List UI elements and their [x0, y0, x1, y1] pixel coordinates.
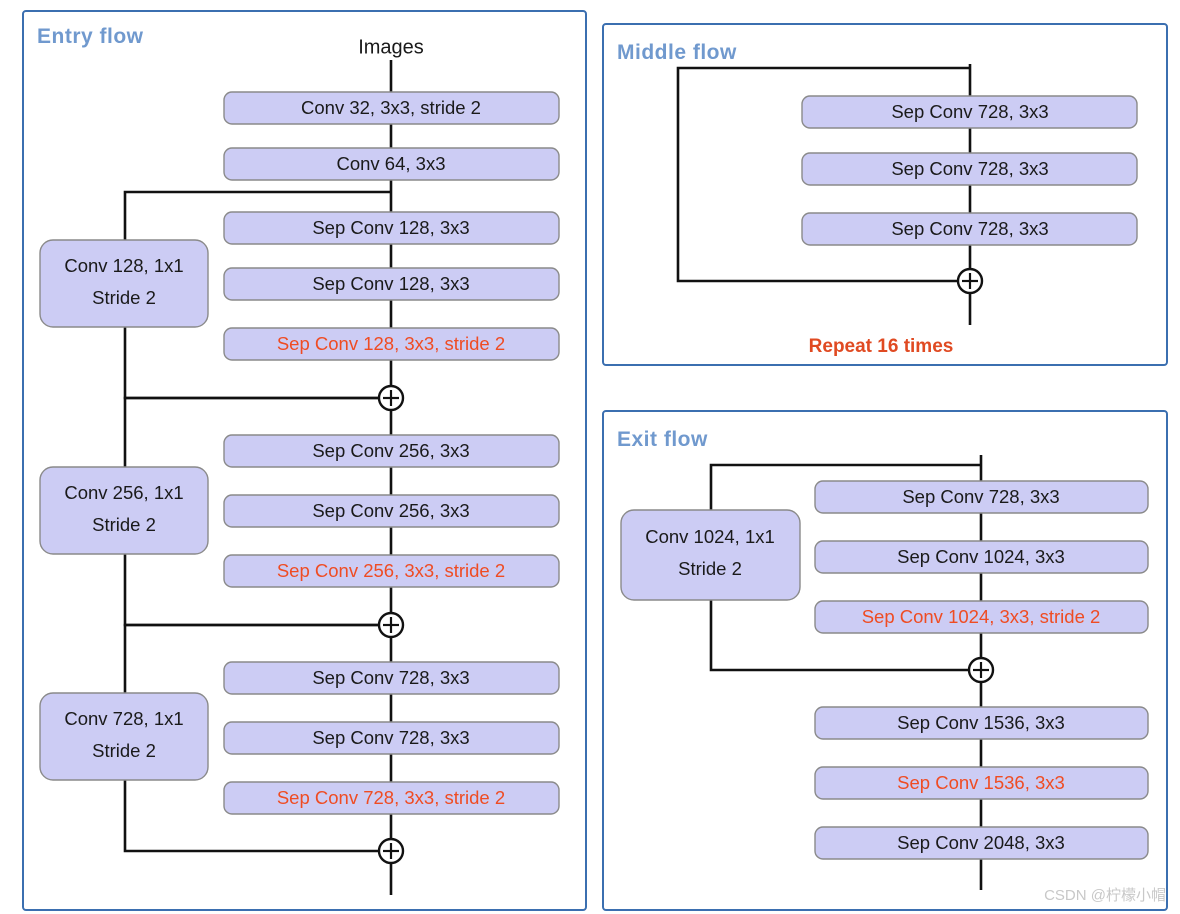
entry-sum-node-2: [377, 837, 405, 865]
shortcut-conv-728-line2: Stride 2: [92, 740, 156, 761]
entry-box-10-label: Sep Conv 728, 3x3, stride 2: [277, 787, 505, 808]
entry-box-9-label: Sep Conv 728, 3x3: [312, 727, 469, 748]
entry-box-5[interactable]: Sep Conv 256, 3x3: [223, 434, 560, 468]
middle-flow-boxes: Sep Conv 728, 3x3 Sep Conv 728, 3x3 Sep …: [801, 95, 1138, 246]
entry-flow-title: Entry flow: [37, 25, 144, 48]
entry-box-6-label: Sep Conv 256, 3x3: [312, 500, 469, 521]
exit-box-4[interactable]: Sep Conv 1536, 3x3: [814, 766, 1149, 800]
entry-box-3[interactable]: Sep Conv 128, 3x3: [223, 267, 560, 301]
entry-shortcut-boxes: Conv 128, 1x1 Stride 2 Conv 256, 1x1 Str…: [39, 239, 209, 781]
shortcut-conv-256[interactable]: Conv 256, 1x1 Stride 2: [39, 466, 209, 555]
diagram-canvas: Entry flow Images Conv 128, 1x1 Stride 2…: [0, 0, 1180, 914]
entry-box-7-label: Sep Conv 256, 3x3, stride 2: [277, 560, 505, 581]
exit-box-5[interactable]: Sep Conv 2048, 3x3: [814, 826, 1149, 860]
shortcut-conv-128-line2: Stride 2: [92, 287, 156, 308]
entry-sum-node-1: [377, 611, 405, 639]
watermark-label: CSDN @柠檬小帽: [1044, 887, 1166, 904]
shortcut-conv-128[interactable]: Conv 128, 1x1 Stride 2: [39, 239, 209, 328]
entry-box-2[interactable]: Sep Conv 128, 3x3: [223, 211, 560, 245]
xception-architecture-diagram: Entry flow Images Conv 128, 1x1 Stride 2…: [22, 10, 1168, 911]
entry-box-5-label: Sep Conv 256, 3x3: [312, 440, 469, 461]
entry-box-4-label: Sep Conv 128, 3x3, stride 2: [277, 333, 505, 354]
exit-box-1-label: Sep Conv 1024, 3x3: [897, 546, 1065, 567]
entry-box-4[interactable]: Sep Conv 128, 3x3, stride 2: [223, 327, 560, 361]
entry-sum-node-0: [377, 384, 405, 412]
exit-box-5-label: Sep Conv 2048, 3x3: [897, 832, 1065, 853]
entry-box-9[interactable]: Sep Conv 728, 3x3: [223, 721, 560, 755]
middle-box-2[interactable]: Sep Conv 728, 3x3: [801, 212, 1138, 246]
shortcut-conv-1024[interactable]: Conv 1024, 1x1 Stride 2: [620, 509, 801, 601]
entry-box-10[interactable]: Sep Conv 728, 3x3, stride 2: [223, 781, 560, 815]
exit-box-0[interactable]: Sep Conv 728, 3x3: [814, 480, 1149, 514]
shortcut-conv-128-line1: Conv 128, 1x1: [64, 255, 183, 276]
entry-box-8-label: Sep Conv 728, 3x3: [312, 667, 469, 688]
entry-box-7[interactable]: Sep Conv 256, 3x3, stride 2: [223, 554, 560, 588]
exit-flow-title: Exit flow: [617, 428, 708, 451]
shortcut-conv-728-line1: Conv 728, 1x1: [64, 708, 183, 729]
entry-box-1[interactable]: Conv 64, 3x3: [223, 147, 560, 181]
exit-box-1[interactable]: Sep Conv 1024, 3x3: [814, 540, 1149, 574]
exit-box-2-label: Sep Conv 1024, 3x3, stride 2: [862, 606, 1101, 627]
shortcut-conv-256-line2: Stride 2: [92, 514, 156, 535]
exit-box-4-label: Sep Conv 1536, 3x3: [897, 772, 1065, 793]
entry-flow-panel: Entry flow Images Conv 128, 1x1 Stride 2…: [22, 10, 587, 911]
exit-box-3-label: Sep Conv 1536, 3x3: [897, 712, 1065, 733]
shortcut-conv-256-line1: Conv 256, 1x1: [64, 482, 183, 503]
entry-box-8[interactable]: Sep Conv 728, 3x3: [223, 661, 560, 695]
middle-sum-node-0: [956, 267, 984, 295]
entry-box-2-label: Sep Conv 128, 3x3: [312, 217, 469, 238]
exit-box-3[interactable]: Sep Conv 1536, 3x3: [814, 706, 1149, 740]
entry-box-0-label: Conv 32, 3x3, stride 2: [301, 97, 481, 118]
middle-flow-panel-border: [602, 23, 1168, 366]
repeat-note: Repeat 16 times: [809, 336, 954, 357]
entry-box-0[interactable]: Conv 32, 3x3, stride 2: [223, 91, 560, 125]
entry-input-label: Images: [358, 36, 424, 58]
shortcut-conv-728[interactable]: Conv 728, 1x1 Stride 2: [39, 692, 209, 781]
shortcut-conv-1024-line1: Conv 1024, 1x1: [645, 526, 775, 547]
middle-box-0-label: Sep Conv 728, 3x3: [891, 101, 1048, 122]
middle-box-1-label: Sep Conv 728, 3x3: [891, 158, 1048, 179]
exit-flow-panel: Exit flow Conv 1024, 1x1 Stride 2 Sep Co…: [602, 410, 1168, 911]
middle-flow-panel: Middle flow Sep Conv 728, 3x3 Sep Conv 7…: [602, 23, 1168, 366]
entry-box-6[interactable]: Sep Conv 256, 3x3: [223, 494, 560, 528]
exit-shortcut-boxes: Conv 1024, 1x1 Stride 2: [620, 509, 801, 601]
entry-box-1-label: Conv 64, 3x3: [336, 153, 445, 174]
entry-box-3-label: Sep Conv 128, 3x3: [312, 273, 469, 294]
middle-box-0[interactable]: Sep Conv 728, 3x3: [801, 95, 1138, 129]
exit-box-2[interactable]: Sep Conv 1024, 3x3, stride 2: [814, 600, 1149, 634]
exit-sum-node-0: [967, 656, 995, 684]
middle-flow-title: Middle flow: [617, 41, 737, 64]
middle-box-2-label: Sep Conv 728, 3x3: [891, 218, 1048, 239]
exit-box-0-label: Sep Conv 728, 3x3: [902, 486, 1059, 507]
middle-box-1[interactable]: Sep Conv 728, 3x3: [801, 152, 1138, 186]
shortcut-conv-1024-line2: Stride 2: [678, 558, 742, 579]
